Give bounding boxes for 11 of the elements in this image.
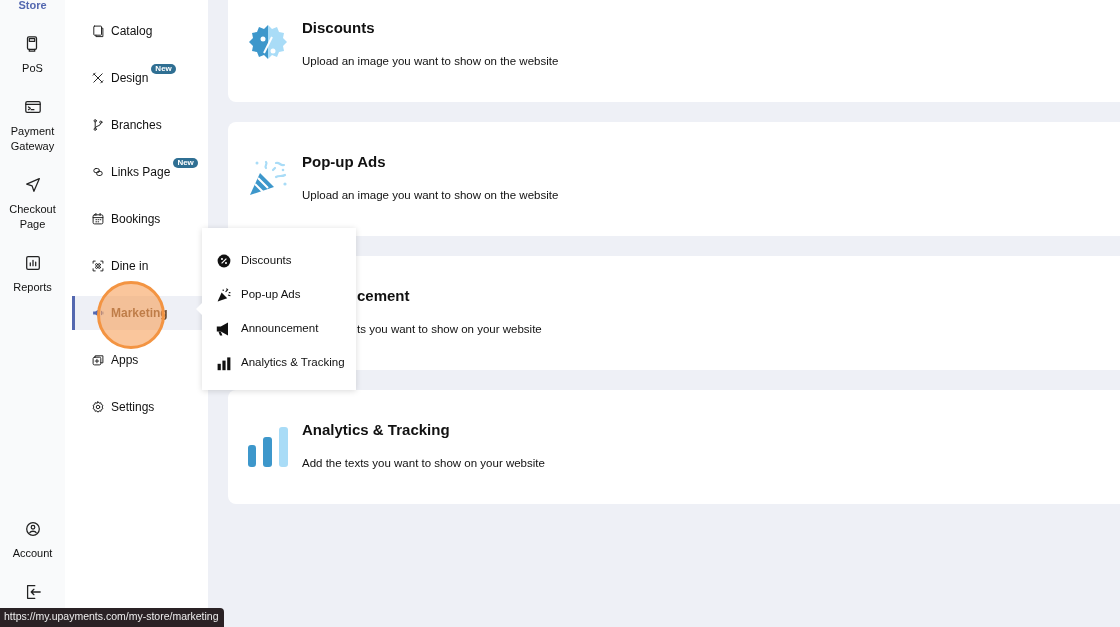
card-title: Discounts [302,19,376,38]
card-description: Upload an image you want to show on the website [302,54,559,70]
status-url: https://my.upayments.com/my-store/marketing [0,608,224,627]
card-title: Pop-up Ads [302,153,387,172]
new-badge: New [173,158,198,168]
new-badge: New [151,64,176,74]
card-title: cement [357,287,411,306]
card-description: ts you want to show on your website [357,322,542,338]
card-description: Upload an image you want to show on the website [302,188,559,204]
card-description: Add the texts you want to show on your website [302,456,545,472]
card-title: Analytics & Tracking [302,421,451,440]
